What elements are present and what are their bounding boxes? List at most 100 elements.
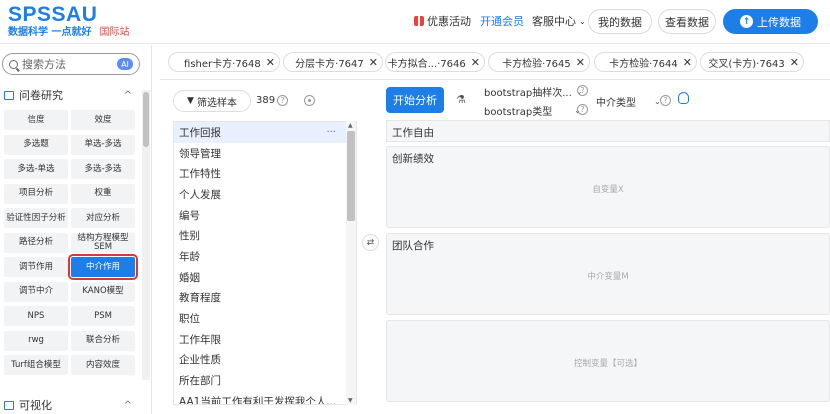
variable-item[interactable]: 编号: [174, 205, 356, 226]
brand-name: SPSSAU: [8, 3, 98, 26]
sidebar-scrollbar[interactable]: [142, 90, 150, 380]
more-icon[interactable]: ···: [326, 127, 336, 138]
close-icon[interactable]: ✕: [266, 56, 275, 69]
control-variable-zone[interactable]: 控制变量【可选】: [386, 320, 830, 402]
variable-item[interactable]: 婚姻: [174, 267, 356, 288]
help-icon[interactable]: ?: [660, 95, 671, 106]
filter-icon: ▼: [187, 96, 194, 106]
logo[interactable]: SPSSAU 数据科学 一点就好 国际站: [8, 4, 129, 39]
method-item[interactable]: 内容效度: [71, 355, 135, 375]
help-icon[interactable]: ?: [577, 85, 588, 96]
method-item[interactable]: PSM: [71, 306, 135, 326]
chevron-up-icon: ^: [123, 399, 132, 411]
slogan: 数据科学 一点就好: [8, 27, 92, 38]
method-item[interactable]: KANO模型: [71, 281, 135, 302]
scroll-down-icon[interactable]: ▼: [348, 397, 353, 404]
tab-5[interactable]: 交叉(卡方)·7643 ✕: [700, 52, 804, 72]
method-item[interactable]: 联合分析: [71, 330, 135, 351]
close-icon[interactable]: ✕: [576, 56, 585, 69]
close-icon[interactable]: ✕: [369, 56, 378, 69]
tab-2[interactable]: 卡方拟合...·7646 ✕: [385, 52, 485, 72]
method-item[interactable]: 对应分析: [71, 208, 135, 228]
scroll-up-icon[interactable]: ▲: [348, 122, 353, 129]
swap-icon[interactable]: ⇄: [362, 234, 379, 251]
y-variable[interactable]: 工作自由: [392, 125, 434, 140]
my-data-button[interactable]: 我的数据: [588, 9, 652, 34]
variable-item[interactable]: 领导管理: [174, 143, 356, 164]
vip-link[interactable]: 开通会员: [480, 10, 524, 32]
tab-4[interactable]: 卡方检验·7644 ✕: [594, 52, 697, 72]
y-variable-zone[interactable]: 工作自由: [386, 120, 830, 142]
method-item[interactable]: 多选题: [4, 134, 68, 155]
variable-item[interactable]: 个人发展: [174, 184, 356, 205]
variable-item[interactable]: 性别: [174, 225, 356, 246]
bootstrap-type-select[interactable]: bootstrap类型 ⌄: [484, 103, 581, 118]
method-item[interactable]: 路径分析: [4, 232, 68, 253]
x-variable[interactable]: 创新绩效: [392, 151, 434, 166]
control-placeholder: 控制变量【可选】: [573, 359, 642, 369]
lightbulb-icon[interactable]: [678, 92, 689, 104]
method-item[interactable]: 项目分析: [4, 183, 68, 204]
m-variable[interactable]: 团队合作: [392, 238, 434, 253]
method-item[interactable]: 中介作用: [68, 254, 138, 280]
method-item[interactable]: NPS: [4, 306, 68, 326]
view-data-button[interactable]: 查看数据: [658, 9, 716, 34]
variable-item[interactable]: 教育程度: [174, 288, 356, 309]
method-search-input[interactable]: 搜索方法 AI: [2, 53, 140, 75]
variable-item[interactable]: 工作特性: [174, 163, 356, 184]
ai-badge[interactable]: AI: [117, 58, 133, 70]
m-placeholder: 中介变量M: [587, 272, 629, 282]
flask-icon[interactable]: ⚗: [456, 93, 466, 106]
bootstrap-samples-select[interactable]: bootstrap抽样次... ⌄: [484, 84, 582, 99]
start-analysis-button[interactable]: 开始分析: [386, 87, 444, 113]
tab-3[interactable]: 卡方检验·7645 ✕: [488, 52, 590, 72]
service-menu[interactable]: 客服中心 ⌄: [532, 10, 586, 32]
method-item[interactable]: 单选-多选: [71, 134, 135, 155]
variable-item[interactable]: 工作年限: [174, 329, 356, 350]
x-variable-zone[interactable]: 创新绩效 自变量X: [386, 146, 830, 228]
search-icon: [9, 59, 18, 69]
method-item[interactable]: 调节作用: [4, 257, 68, 277]
method-item[interactable]: 权重: [71, 183, 135, 204]
mediation-type-select[interactable]: 中介类型 ⌄: [596, 94, 661, 109]
upload-icon: ↑: [740, 15, 753, 28]
chart-icon: [4, 400, 14, 410]
settings-icon[interactable]: [304, 95, 315, 106]
promo-link[interactable]: 优惠活动: [414, 10, 471, 32]
close-icon[interactable]: ✕: [471, 56, 480, 69]
section-visualization[interactable]: 可视化 ^: [0, 395, 140, 414]
chevron-down-icon: ⌄: [579, 16, 586, 26]
method-item[interactable]: 调节中介: [4, 281, 68, 302]
intl-link[interactable]: 国际站: [99, 27, 129, 38]
gift-icon: [414, 16, 424, 26]
variable-list-scrollbar[interactable]: ▲ ▼: [346, 121, 356, 405]
m-variable-zone[interactable]: 团队合作 中介变量M: [386, 233, 830, 315]
tab-1[interactable]: 分层卡方·7647 ✕: [283, 52, 383, 72]
variable-item[interactable]: 职位: [174, 308, 356, 329]
list-icon: [4, 90, 14, 100]
section-questionnaire[interactable]: 问卷研究 ^: [0, 85, 140, 105]
method-item[interactable]: 效度: [71, 110, 135, 130]
variable-item[interactable]: 企业性质: [174, 350, 356, 371]
method-item[interactable]: 多选-多选: [71, 159, 135, 179]
variable-item[interactable]: 年龄: [174, 246, 356, 267]
tab-0[interactable]: fisher卡方·7648 ✕: [168, 52, 280, 72]
method-item[interactable]: 信度: [4, 110, 68, 130]
method-item[interactable]: 验证性因子分析: [4, 208, 68, 228]
variable-item[interactable]: 工作回报 ···: [174, 122, 356, 143]
method-item[interactable]: 多选-单选: [4, 159, 68, 179]
close-icon[interactable]: ✕: [683, 56, 692, 69]
variable-item[interactable]: 所在部门: [174, 370, 356, 391]
help-icon[interactable]: ?: [277, 95, 288, 106]
top-header: SPSSAU 数据科学 一点就好 国际站 优惠活动 开通会员 客服中心 ⌄ 我的数据…: [0, 0, 830, 44]
upload-data-button[interactable]: ↑ 上传数据: [723, 9, 818, 34]
divider: [160, 79, 830, 80]
variable-item[interactable]: AA1当前工作有利于发挥我个人...: [174, 391, 356, 404]
close-icon[interactable]: ✕: [790, 56, 799, 69]
help-icon[interactable]: ?: [577, 104, 588, 115]
method-item[interactable]: rwg: [4, 330, 68, 351]
filter-samples-button[interactable]: ▼ 筛选样本: [173, 90, 251, 112]
method-item[interactable]: 结构方程模型SEM: [71, 232, 135, 253]
method-item[interactable]: Turf组合模型: [4, 355, 68, 375]
variable-list: 工作回报 ··· 领导管理 工作特性 个人发展 编号 性别 年龄 婚姻 教育程度 职位 工作年限 企业性…: [173, 121, 357, 405]
